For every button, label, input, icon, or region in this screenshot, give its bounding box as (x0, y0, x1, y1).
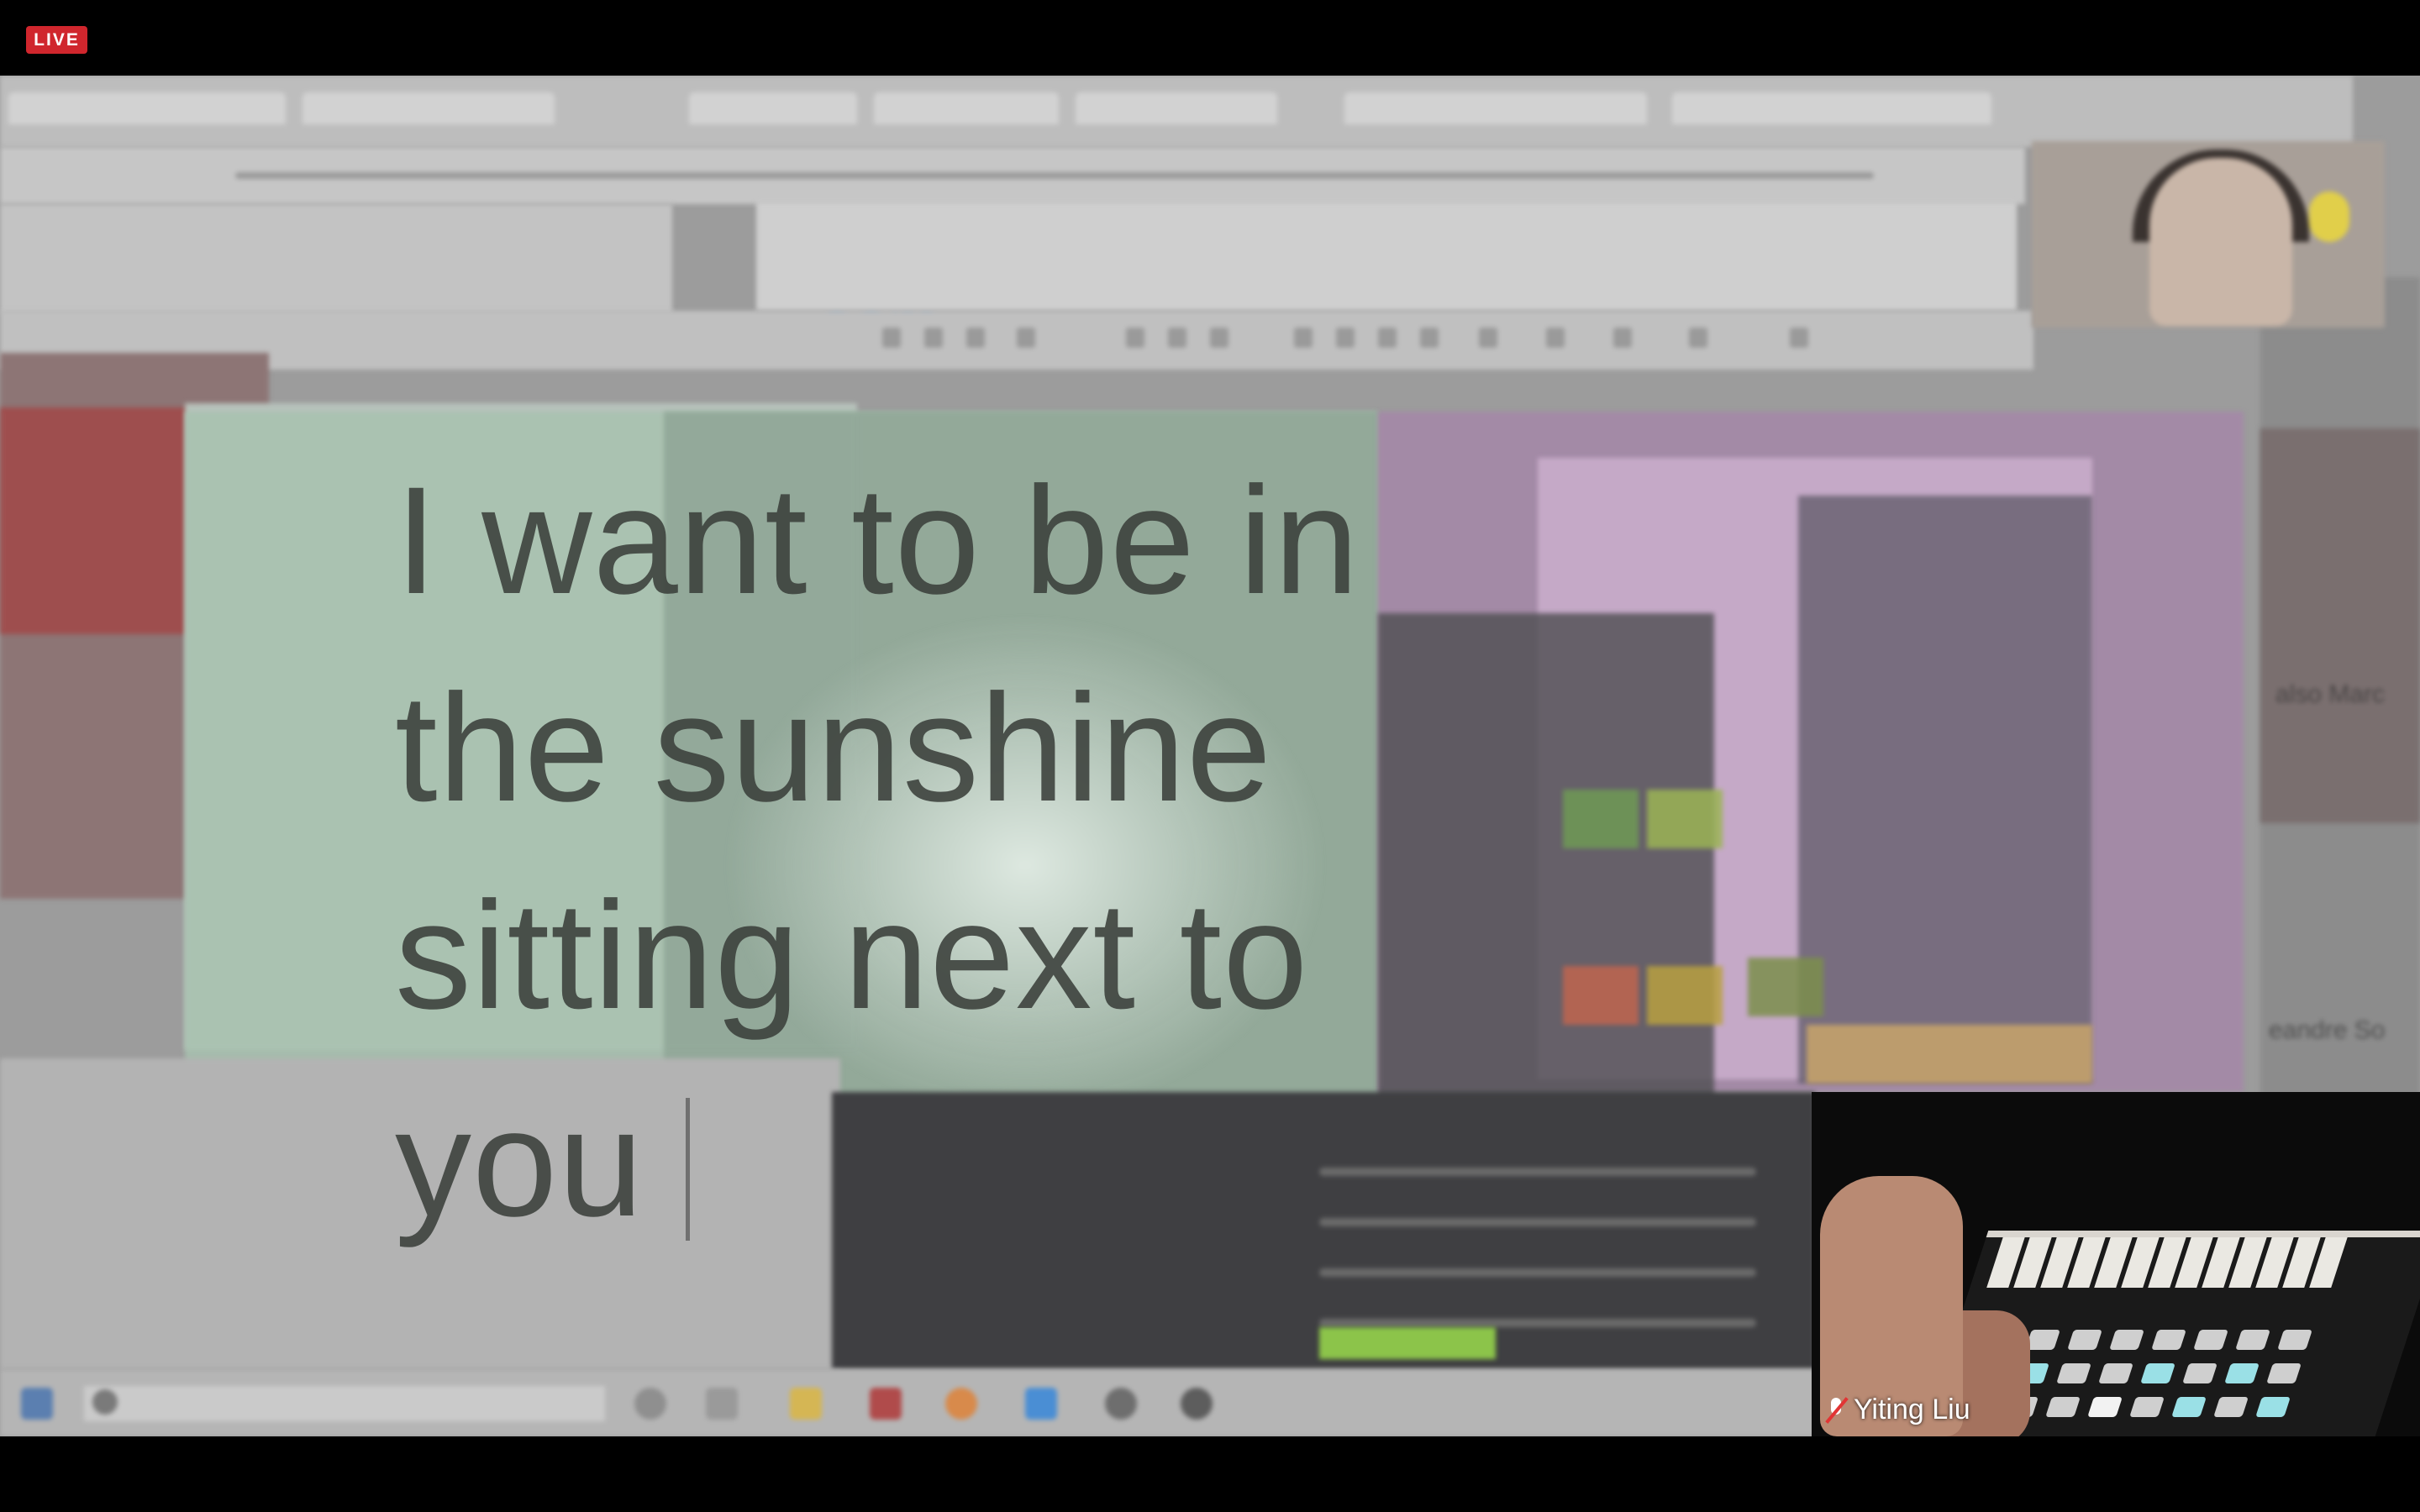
headphone-earcup (2309, 192, 2349, 242)
lyric-line-last: you (395, 1059, 1445, 1267)
drum-pad (2129, 1397, 2165, 1417)
drum-pad (2277, 1330, 2312, 1350)
drum-pad-lit (2255, 1397, 2291, 1417)
background-window-red (0, 407, 202, 634)
track-fader[interactable] (1319, 1319, 1756, 1327)
app-icon[interactable] (870, 1388, 902, 1420)
participant-name-tag: Yiting Liu (1820, 1391, 1982, 1428)
underline-icon[interactable] (966, 328, 985, 348)
align-center-icon[interactable] (1336, 328, 1355, 348)
docs-title-area (0, 204, 672, 313)
drum-pad-lit (2140, 1363, 2175, 1383)
mic-muted-icon (1825, 1396, 1847, 1423)
drum-pad (2151, 1330, 2186, 1350)
zoom-participant-tile: also Marc (2260, 428, 2420, 823)
thumbnail (1563, 966, 1639, 1025)
lyric-line: the sunshine (395, 662, 1273, 833)
app-icon[interactable] (1181, 1388, 1213, 1420)
thumbnail (1647, 966, 1723, 1025)
person-face (2149, 158, 2292, 326)
participant-name: also Marc (2275, 680, 2386, 708)
indent-icon[interactable] (1689, 328, 1707, 348)
italic-icon[interactable] (924, 328, 943, 348)
browser-tab[interactable] (1076, 92, 1277, 124)
lyric-line: I want to be in (395, 454, 1360, 626)
clear-format-icon[interactable] (1790, 328, 1808, 348)
participant-video[interactable]: Yiting Liu (1812, 1092, 2420, 1436)
bullet-list-icon[interactable] (1613, 328, 1632, 348)
browser-tab[interactable] (302, 92, 555, 124)
cortana-icon[interactable] (634, 1388, 666, 1420)
browser-tab[interactable] (1672, 92, 1991, 124)
lyric-line: you (395, 1077, 644, 1248)
green-action-button[interactable] (1319, 1327, 1496, 1359)
drum-pad (2193, 1330, 2228, 1350)
align-right-icon[interactable] (1378, 328, 1397, 348)
drum-pad-lit (2224, 1363, 2260, 1383)
drum-pad (2067, 1330, 2102, 1350)
app-icon[interactable] (1105, 1388, 1137, 1420)
image-icon[interactable] (1210, 328, 1228, 348)
thumbnail (1647, 790, 1723, 848)
drum-pad (2025, 1330, 2060, 1350)
link-icon[interactable] (1126, 328, 1144, 348)
text-color-icon[interactable] (1017, 328, 1035, 348)
lyric-line: sitting next to (395, 869, 1309, 1041)
taskbar-search[interactable] (84, 1386, 605, 1421)
line-spacing-icon[interactable] (1479, 328, 1497, 348)
browser-tab-strip (0, 76, 2353, 147)
align-left-icon[interactable] (1294, 328, 1313, 348)
lyric-text: I want to be in the sunshine sitting nex… (395, 437, 1445, 1267)
search-icon (92, 1389, 118, 1415)
align-justify-icon[interactable] (1420, 328, 1439, 348)
drum-pad-lit (2171, 1397, 2207, 1417)
bottom-black-bar (0, 1436, 2420, 1512)
webcam-thumbnail[interactable] (2032, 141, 2385, 328)
drum-pad (2182, 1363, 2217, 1383)
browser-tab[interactable] (1344, 92, 1647, 124)
drum-pad (2266, 1363, 2302, 1383)
drum-pad (2235, 1330, 2270, 1350)
address-bar[interactable] (0, 147, 2025, 204)
comment-icon[interactable] (1168, 328, 1186, 348)
drum-pad (2098, 1363, 2133, 1383)
browser-tab[interactable] (689, 92, 857, 124)
dark-window (1798, 496, 2092, 1084)
thumbnail (1563, 790, 1639, 848)
photoshop-icon[interactable] (1025, 1388, 1057, 1420)
thumbnail (1748, 958, 1823, 1016)
file-explorer-icon[interactable] (790, 1388, 822, 1420)
drum-pad (2045, 1397, 2081, 1417)
browser-tab[interactable] (8, 92, 286, 124)
participant-name: Yiting Liu (1854, 1393, 1970, 1425)
windows-taskbar (0, 1369, 1815, 1436)
docs-toolbar (0, 311, 2033, 370)
text-caret (686, 1098, 691, 1241)
checklist-icon[interactable] (1546, 328, 1565, 348)
chrome-icon[interactable] (945, 1388, 977, 1420)
track-fader[interactable] (1319, 1268, 1756, 1277)
drum-pad (2213, 1397, 2249, 1417)
drum-pad (2087, 1397, 2123, 1417)
notification-card (1807, 1025, 2092, 1084)
top-black-bar: LIVE (0, 0, 2420, 76)
drum-pad (2056, 1363, 2091, 1383)
live-badge: LIVE (26, 26, 87, 54)
task-view-icon[interactable] (706, 1388, 738, 1420)
zoom-window-header: oom (756, 202, 2017, 360)
windows-start-icon[interactable] (21, 1388, 53, 1420)
browser-tab[interactable] (874, 92, 1059, 124)
url-text (235, 172, 1874, 179)
drum-pad (2109, 1330, 2144, 1350)
bold-icon[interactable] (882, 328, 901, 348)
participant-name: eandre So (2269, 1016, 2386, 1044)
